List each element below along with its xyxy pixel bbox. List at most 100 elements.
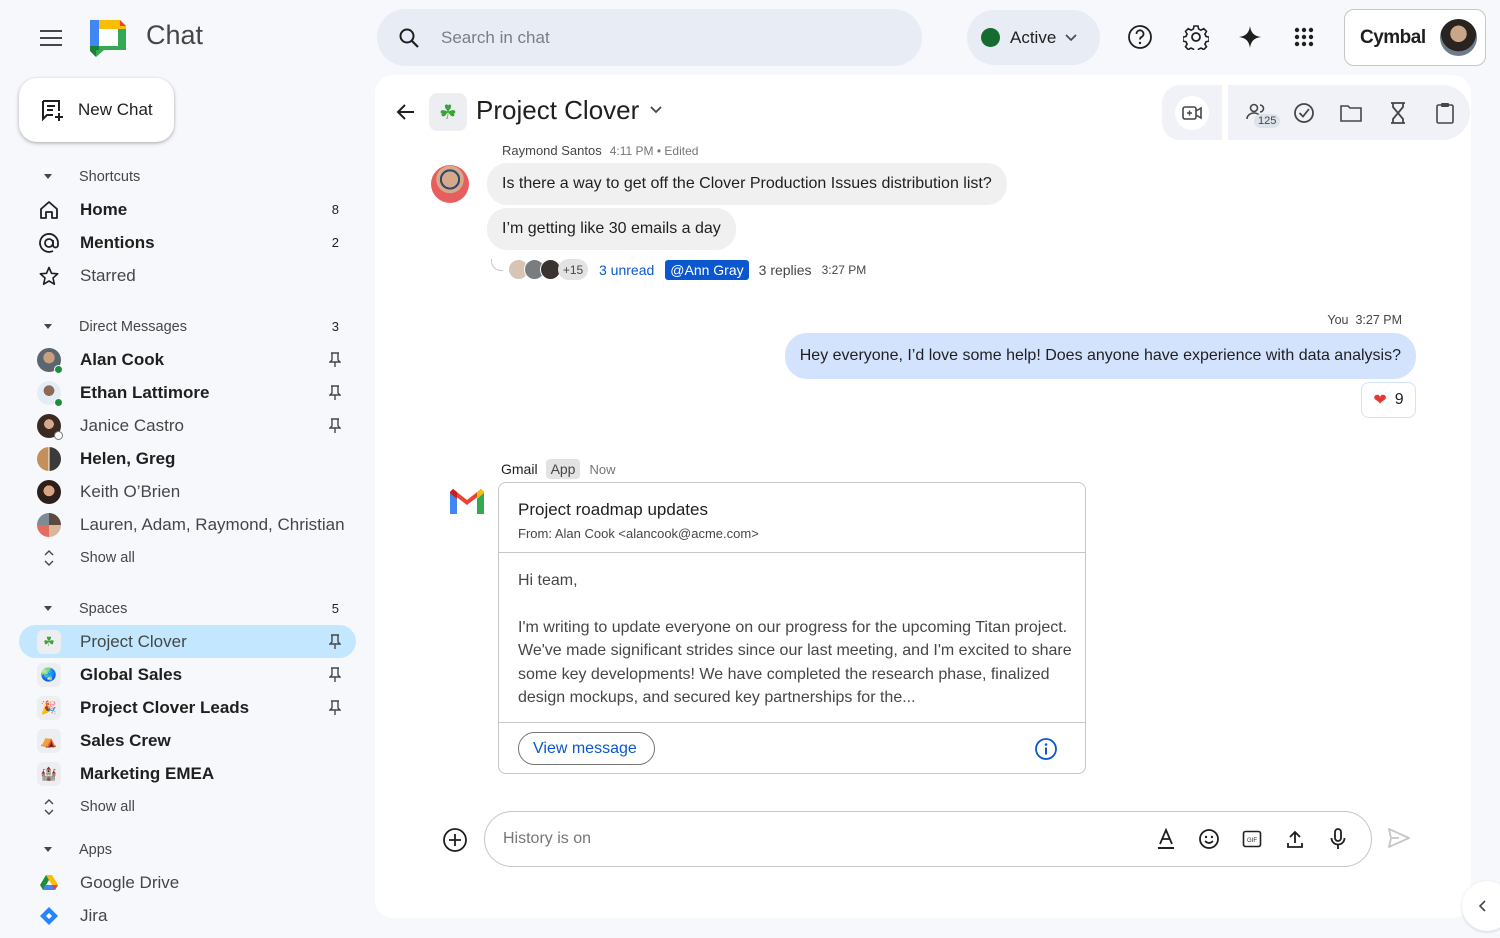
space-avatar: ☘ (429, 93, 467, 131)
at-icon (37, 231, 61, 255)
dm-item-ethan-lattimore[interactable]: Ethan Lattimore (19, 376, 356, 409)
search-input[interactable] (441, 27, 861, 48)
app-item-jira[interactable]: Jira (19, 899, 356, 932)
sidebar-item-label: Mentions (80, 232, 155, 252)
back-button[interactable] (393, 99, 419, 125)
email-sender: From: Alan Cook <alancook@acme.com> (518, 526, 759, 541)
gemini-button[interactable] (1235, 22, 1265, 52)
send-button[interactable] (1387, 827, 1411, 849)
info-button[interactable] (1034, 737, 1058, 761)
chevron-down-icon (1065, 33, 1077, 41)
pin-icon[interactable] (329, 699, 341, 716)
reply-count[interactable]: 3 replies (759, 262, 812, 278)
dm-item-keith-obrien[interactable]: Keith O’Brien (19, 475, 356, 508)
dm-show-all[interactable]: Show all (19, 541, 356, 574)
dm-item-alan-cook[interactable]: Alan Cook (19, 343, 356, 376)
add-circle-icon (443, 828, 467, 852)
dm-item-janice-castro[interactable]: Janice Castro (19, 409, 356, 442)
email-preview: Hi team, I'm writing to update everyone … (499, 553, 1085, 723)
start-video-call-button[interactable] (1175, 95, 1209, 130)
message-bubble[interactable]: Is there a way to get off the Clover Pro… (487, 163, 1007, 205)
tasks-button[interactable] (1290, 99, 1318, 127)
user-avatar[interactable] (1439, 19, 1477, 56)
thread-summary[interactable]: +15 3 unread @Ann Gray 3 replies 3:27 PM (508, 259, 866, 280)
add-attachment-button[interactable] (442, 827, 468, 853)
dm-item-label: Helen, Greg (80, 448, 176, 468)
message-bubble[interactable]: I’m getting like 30 emails a day (487, 208, 736, 250)
tasks-icon (1294, 102, 1314, 123)
spaces-section-toggle[interactable]: Spaces 5 (19, 592, 356, 625)
sidebar-item-starred[interactable]: Starred (19, 259, 356, 292)
voice-input-button[interactable] (1325, 826, 1351, 852)
space-item-global-sales[interactable]: 🌏 Global Sales (19, 658, 356, 691)
integrations-button[interactable] (1384, 99, 1412, 127)
caret-down-icon (44, 606, 52, 611)
section-label: Apps (79, 841, 113, 858)
apps-section-toggle[interactable]: Apps (19, 833, 356, 866)
message-input[interactable] (503, 830, 1153, 848)
spaces-show-all[interactable]: Show all (19, 790, 356, 823)
members-button[interactable]: 125 (1243, 99, 1281, 128)
pin-icon[interactable] (329, 384, 341, 401)
account-switcher[interactable]: Cymbal (1344, 9, 1486, 66)
app-name: Gmail (501, 461, 538, 477)
pin-icon[interactable] (329, 417, 341, 434)
main-menu-button[interactable] (36, 24, 66, 52)
sender-avatar[interactable] (431, 165, 469, 203)
sidebar-item-label: Starred (80, 265, 136, 285)
space-item-marketing-emea[interactable]: 🏰 Marketing EMEA (19, 757, 356, 790)
sidebar-item-mentions[interactable]: Mentions 2 (19, 226, 356, 259)
space-title[interactable]: Project Clover (476, 95, 639, 126)
arrow-back-icon (396, 104, 414, 120)
unread-count: 2 (331, 235, 339, 250)
google-apps-button[interactable] (1289, 22, 1319, 52)
new-chat-button[interactable]: New Chat (19, 78, 174, 142)
gif-button[interactable]: GIF (1239, 826, 1265, 852)
sidebar-item-home[interactable]: Home 8 (19, 193, 356, 226)
organization-logo: Cymbal (1360, 26, 1426, 48)
mic-icon (1330, 828, 1346, 849)
pin-icon[interactable] (329, 351, 341, 368)
upload-icon (1287, 830, 1303, 848)
svg-text:GIF: GIF (1247, 838, 1257, 844)
pin-icon[interactable] (329, 633, 341, 650)
email-body: I'm writing to update everyone on our pr… (518, 618, 1072, 707)
search-bar[interactable] (377, 9, 922, 66)
side-panel-toggle[interactable] (1462, 881, 1500, 931)
space-item-project-clover-leads[interactable]: 🎉 Project Clover Leads (19, 691, 356, 724)
unread-replies-link[interactable]: 3 unread (599, 262, 654, 278)
settings-button[interactable] (1181, 22, 1211, 52)
message-time: Now (589, 461, 616, 477)
dm-item-label: Lauren, Adam, Raymond, Christian (80, 514, 345, 534)
message-time: 4:11 PM • Edited (609, 144, 699, 158)
emoji-button[interactable] (1196, 826, 1222, 852)
apps-grid-icon (1294, 27, 1314, 47)
pin-icon[interactable] (329, 666, 341, 683)
own-message-bubble[interactable]: Hey everyone, I’d love some help! Does a… (784, 333, 1416, 379)
dm-item-label: Alan Cook (80, 349, 165, 369)
presence-online-indicator (54, 397, 63, 407)
reaction-chip[interactable]: ❤ 9 (1361, 382, 1416, 418)
clover-icon: ☘ (37, 629, 61, 654)
status-dropdown[interactable]: Active (967, 10, 1100, 65)
app-tag: App (545, 459, 581, 479)
format-text-button[interactable] (1153, 826, 1179, 852)
section-count: 3 (331, 319, 339, 334)
view-message-button[interactable]: View message (518, 732, 655, 765)
video-call-icon (1182, 105, 1202, 120)
mention-chip[interactable]: @Ann Gray (665, 259, 749, 280)
upload-button[interactable] (1282, 826, 1308, 852)
space-item-project-clover[interactable]: ☘ Project Clover (19, 625, 356, 658)
help-button[interactable] (1125, 22, 1155, 52)
dm-item-group-lauren-adam-raymond-christian[interactable]: Lauren, Adam, Raymond, Christian (19, 508, 356, 541)
shortcuts-section-toggle[interactable]: Shortcuts (19, 160, 356, 193)
app-item-google-drive[interactable]: Google Drive (19, 866, 356, 899)
notes-button[interactable] (1431, 99, 1459, 127)
dm-item-helen-greg[interactable]: Helen, Greg (19, 442, 356, 475)
files-button[interactable] (1337, 99, 1365, 127)
direct-messages-section-toggle[interactable]: Direct Messages 3 (19, 310, 356, 343)
caret-down-icon (44, 847, 52, 852)
space-item-sales-crew[interactable]: ⛺ Sales Crew (19, 724, 356, 757)
chevron-down-icon[interactable] (649, 105, 663, 115)
unread-count: 8 (331, 202, 339, 217)
